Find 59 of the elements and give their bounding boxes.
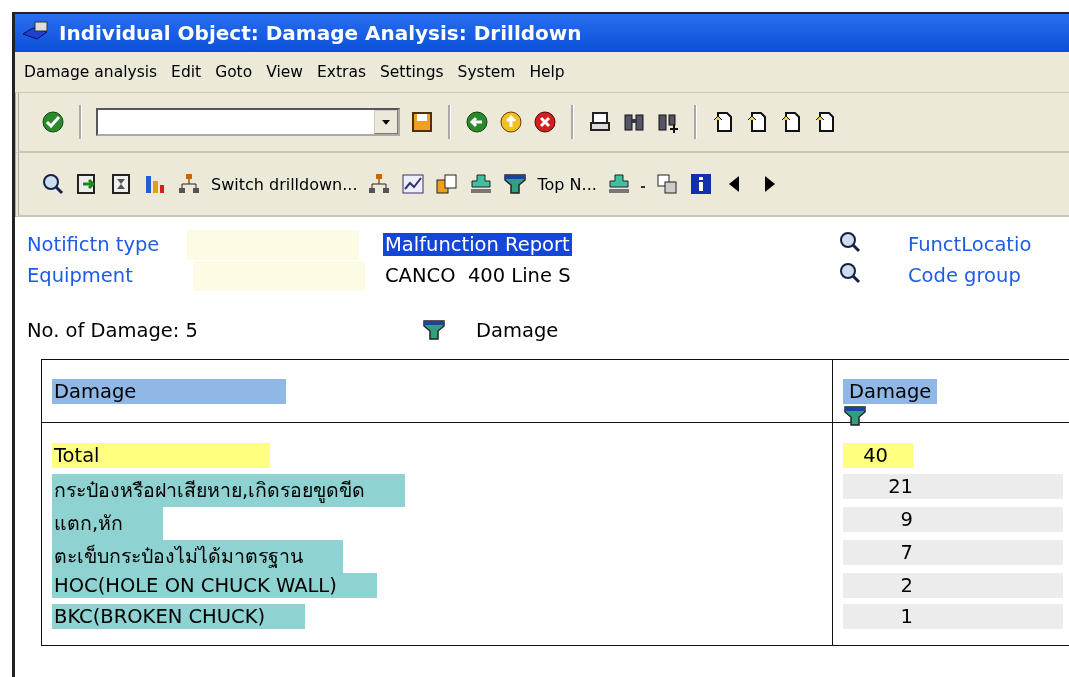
save-icon[interactable] <box>410 110 434 134</box>
row-label: แตก,หัก <box>52 507 164 540</box>
magnifier-icon[interactable] <box>838 261 862 285</box>
characteristic-label: Damage <box>476 318 559 342</box>
hierarchy-icon[interactable] <box>177 172 201 196</box>
dash-icon <box>640 186 645 188</box>
hierarchy-icon[interactable] <box>367 172 392 196</box>
magnifier-icon[interactable] <box>838 230 862 254</box>
page-arrow-icon[interactable] <box>779 110 803 134</box>
menu-item[interactable]: System <box>452 63 521 81</box>
switch-drilldown-button[interactable]: Switch drilldown... <box>211 174 358 194</box>
menu-item[interactable]: Extras <box>312 63 371 81</box>
back-icon[interactable] <box>465 110 489 134</box>
field-link[interactable]: FunctLocatio <box>908 233 1032 256</box>
column-header[interactable]: Damage <box>52 378 287 404</box>
window-title: Individual Object: Damage Analysis: Drilldown <box>59 21 582 45</box>
input-field[interactable] <box>187 229 359 260</box>
menu-item[interactable]: Goto <box>210 63 258 81</box>
menu-item[interactable]: Edit <box>166 63 207 81</box>
page-arrow-icon[interactable] <box>711 110 735 134</box>
filter-icon[interactable] <box>503 172 528 196</box>
menu-item[interactable]: Damage analysis <box>19 63 163 81</box>
row-label: Total <box>52 443 270 468</box>
field-label: Notifictn type <box>27 233 161 256</box>
menu-item[interactable]: View <box>261 63 308 81</box>
info-icon[interactable] <box>688 172 713 196</box>
row-label: BKC(BROKEN CHUCK) <box>52 604 306 629</box>
column-header[interactable]: Damage <box>843 378 938 404</box>
filter-icon[interactable] <box>422 318 446 342</box>
filter-icon[interactable] <box>843 403 867 428</box>
table-cell: 40 <box>843 443 913 470</box>
table-cell: 2 <box>843 573 1063 600</box>
line-chart-icon[interactable] <box>401 172 426 196</box>
table-cell: 9 <box>843 507 1063 534</box>
print-icon[interactable] <box>588 110 612 134</box>
page-arrow-icon[interactable] <box>813 110 837 134</box>
check-icon[interactable] <box>41 110 65 134</box>
menu-item[interactable]: Settings <box>375 63 449 81</box>
input-field[interactable] <box>193 260 365 291</box>
damage-count: No. of Damage: 5 <box>27 318 200 342</box>
field-link[interactable]: Code group <box>908 264 1021 287</box>
page-arrow-icon[interactable] <box>745 110 769 134</box>
cancel-icon[interactable] <box>533 110 557 134</box>
top-n-button[interactable]: Top N... <box>537 174 597 194</box>
menu-item[interactable]: Help <box>524 63 570 81</box>
field-value: Malfunction Report <box>383 233 572 256</box>
up-icon[interactable] <box>499 110 523 134</box>
magnifier-icon[interactable] <box>41 172 65 196</box>
row-label: HOC(HOLE ON CHUCK WALL) <box>52 573 377 598</box>
row-label: กระป๋องหรือฝาเสียหาย,เกิดรอยขูดขีด <box>52 474 406 507</box>
table-cell: 21 <box>843 474 1063 501</box>
table-cell: 7 <box>843 540 1063 567</box>
field-label: Equipment <box>27 264 134 287</box>
field-value: CANCO 400 Line S <box>384 264 572 287</box>
hourglass-icon[interactable] <box>109 172 133 196</box>
layout-icon[interactable] <box>654 172 679 196</box>
command-field[interactable] <box>96 108 400 136</box>
table-cell: 1 <box>843 604 1063 631</box>
row-label: ตะเข็บกระป๋องไม่ได้มาตรฐาน <box>52 540 343 573</box>
